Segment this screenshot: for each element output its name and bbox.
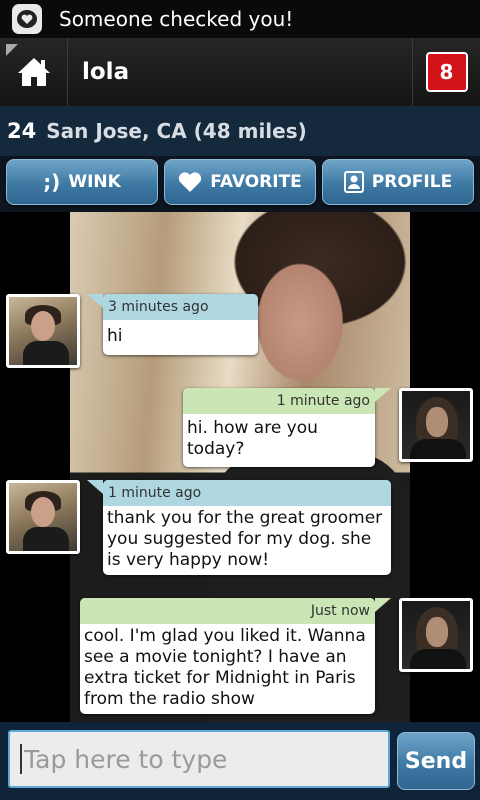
profile-location: San Jose, CA (48 miles) [46,119,307,143]
home-button[interactable] [0,38,68,106]
wink-button[interactable]: ;) WINK [6,159,158,205]
contact-avatar[interactable] [6,294,80,368]
text-caret [20,744,22,774]
profile-button[interactable]: PROFILE [322,159,474,205]
contact-avatar[interactable] [6,480,80,554]
message-bubble-outgoing: Just now cool. I'm glad you liked it. Wa… [80,598,391,714]
favorite-button[interactable]: FAVORITE [164,159,316,205]
message-bubble-incoming: 1 minute ago thank you for the great gro… [87,480,391,575]
message-timestamp: 1 minute ago [103,480,391,506]
status-bar: Someone checked you! [0,0,480,38]
message-input-field[interactable] [8,730,390,788]
notification-count-badge: 8 [425,52,468,92]
action-button-row: ;) WINK FAVORITE PROFILE [0,156,480,212]
message-timestamp: Just now [80,598,375,624]
notification-text: Someone checked you! [59,7,294,31]
profile-age: 24 [7,119,37,143]
chat-username: lola [82,59,130,85]
profile-info-bar: 24 San Jose, CA (48 miles) [0,106,480,156]
message-input[interactable] [24,744,364,774]
send-button[interactable]: Send [397,732,475,790]
chat-thread[interactable]: 3 minutes ago hi 1 minute ago hi. how ar… [0,212,480,722]
favorite-label: FAVORITE [210,172,302,192]
message-timestamp: 1 minute ago [183,388,375,414]
person-icon [343,171,364,193]
user-avatar[interactable] [399,388,473,462]
message-text: thank you for the great groomer you sugg… [107,508,383,570]
wink-label: WINK [68,172,121,192]
user-avatar[interactable] [399,598,473,672]
notifications-button[interactable]: 8 [412,38,480,106]
message-text: cool. I'm glad you liked it. Wanna see a… [84,626,366,709]
message-text: hi [107,326,123,346]
message-bubble-incoming: 3 minutes ago hi [87,294,258,355]
message-bubble-outgoing: 1 minute ago hi. how are you today? [183,388,391,467]
home-icon [17,58,50,86]
message-text: hi. how are you today? [187,418,318,459]
compose-bar: Send [0,722,480,800]
message-timestamp: 3 minutes ago [103,294,258,320]
app-chat-icon [12,4,42,34]
heart-icon [179,172,202,192]
header: lola 8 [0,38,480,106]
profile-label: PROFILE [371,172,453,192]
wink-icon: ;) [43,170,61,194]
